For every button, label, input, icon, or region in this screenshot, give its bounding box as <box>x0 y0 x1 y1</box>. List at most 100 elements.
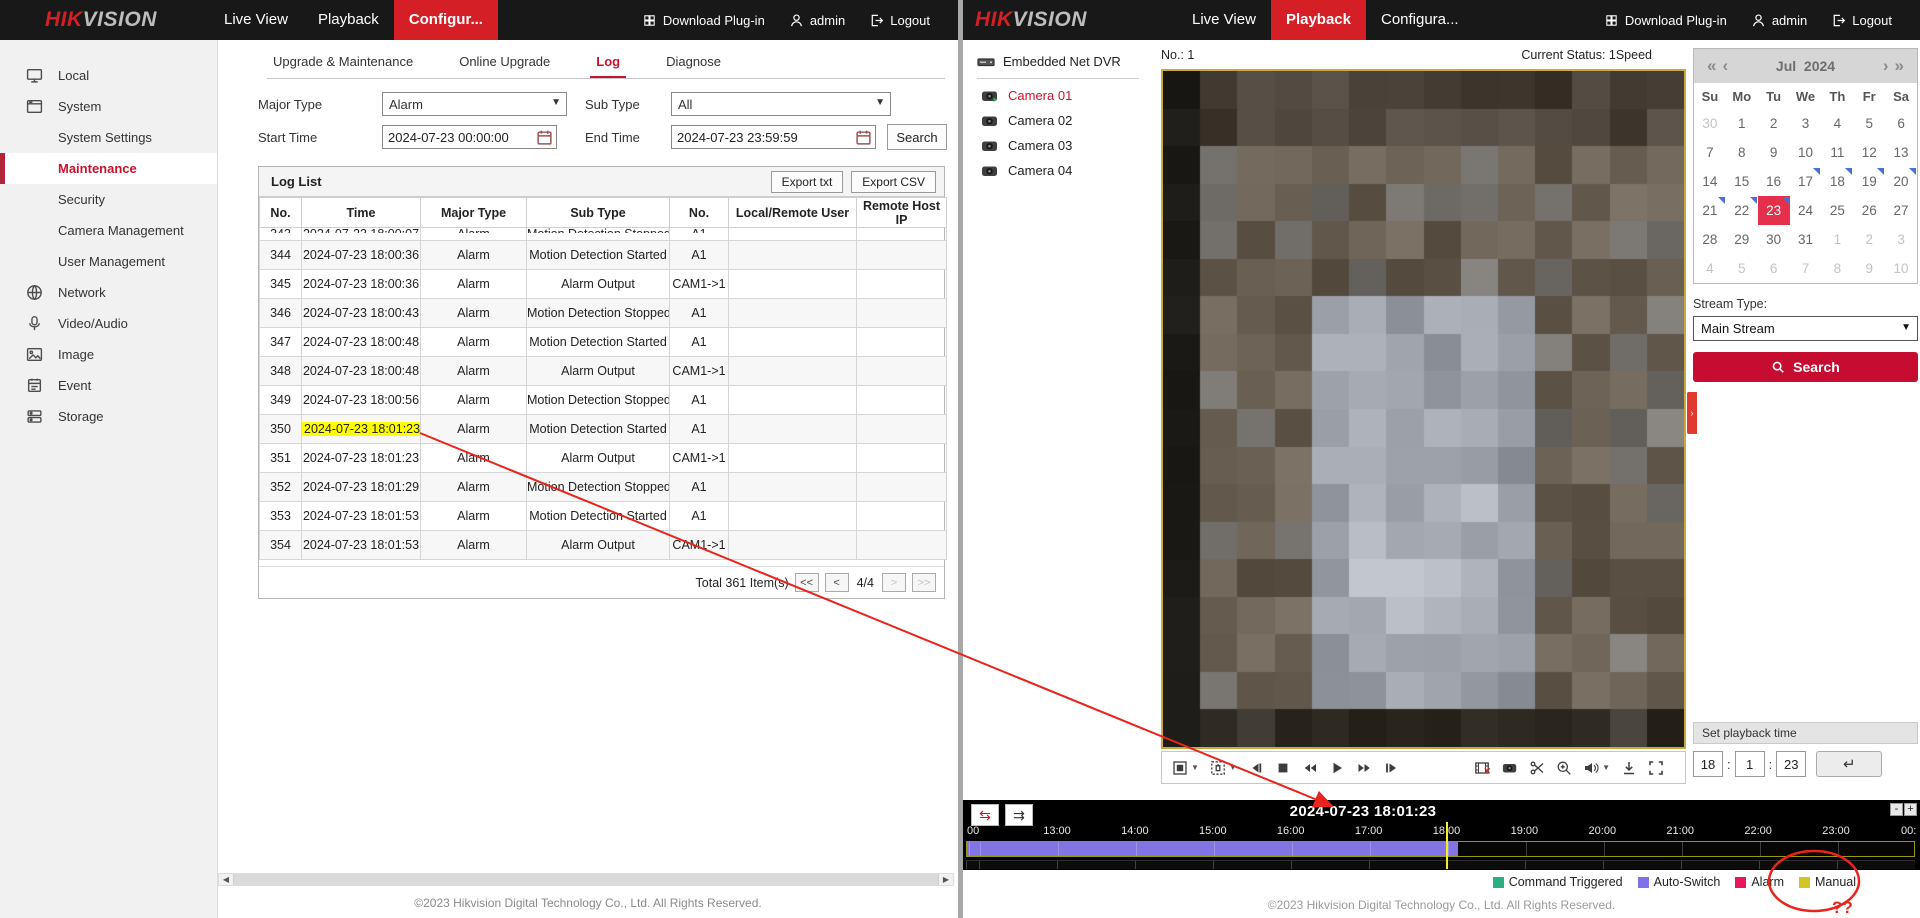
capture-button[interactable] <box>1502 760 1518 776</box>
calendar-day-29[interactable]: 29 <box>1726 225 1758 254</box>
fullscreen-button[interactable] <box>1648 760 1664 776</box>
tab-online-upgrade[interactable]: Online Upgrade <box>453 52 556 78</box>
prev-page-button[interactable]: < <box>825 573 849 592</box>
export-csv-button[interactable]: Export CSV <box>851 171 936 193</box>
calendar-day-26[interactable]: 26 <box>1853 196 1885 225</box>
video-display[interactable] <box>1161 69 1686 749</box>
calendar-day-14[interactable]: 14 <box>1694 167 1726 196</box>
calendar-day-22[interactable]: 22 <box>1726 196 1758 225</box>
calendar-day-9[interactable]: 9 <box>1853 254 1885 283</box>
calendar-day-2[interactable]: 2 <box>1758 109 1790 138</box>
calendar-day-16[interactable]: 16 <box>1758 167 1790 196</box>
clip-button[interactable] <box>1529 760 1545 776</box>
calendar-day-5[interactable]: 5 <box>1853 109 1885 138</box>
sidebar-item-storage[interactable]: Storage <box>0 401 217 432</box>
tab-diagnose[interactable]: Diagnose <box>660 52 727 78</box>
sidebar-item-image[interactable]: Image <box>0 339 217 370</box>
sidebar-item-system-settings[interactable]: System Settings <box>0 122 217 153</box>
calendar-day-30[interactable]: 30 <box>1758 225 1790 254</box>
user-menu[interactable]: admin <box>789 13 845 28</box>
camera-item-camera-04[interactable]: Camera 04 <box>977 158 1153 183</box>
speed-up-button[interactable] <box>1356 760 1372 776</box>
nav-configura[interactable]: Configura... <box>1366 0 1474 40</box>
playback-hour-input[interactable] <box>1693 751 1723 777</box>
timeline-zoom-in-button[interactable]: + <box>1904 803 1917 816</box>
calendar-day-6[interactable]: 6 <box>1885 109 1917 138</box>
calendar-day-10[interactable]: 10 <box>1885 254 1917 283</box>
calendar-day-5[interactable]: 5 <box>1726 254 1758 283</box>
calendar-day-7[interactable]: 7 <box>1694 138 1726 167</box>
nav-live-view[interactable]: Live View <box>209 0 303 40</box>
next-page-button[interactable]: > <box>882 573 906 592</box>
nav-playback[interactable]: Playback <box>1271 0 1366 40</box>
play-button[interactable] <box>1329 760 1345 776</box>
start-time-input[interactable] <box>383 126 556 148</box>
audio-button[interactable]: ▼ <box>1583 760 1610 776</box>
scroll-right-arrow[interactable]: ▶ <box>939 874 953 885</box>
calendar-day-2[interactable]: 2 <box>1853 225 1885 254</box>
sidebar-item-security[interactable]: Security <box>0 184 217 215</box>
calendar-day-27[interactable]: 27 <box>1885 196 1917 225</box>
sub-type-select[interactable]: All ▼ <box>671 92 891 116</box>
device-node[interactable]: Embedded Net DVR <box>977 54 1153 69</box>
next-month-button[interactable]: › <box>1880 56 1892 76</box>
calendar-day-17[interactable]: 17 <box>1790 167 1822 196</box>
camera-item-camera-01[interactable]: Camera 01 <box>977 83 1153 108</box>
reverse-play-button[interactable] <box>1248 760 1264 776</box>
calendar-day-24[interactable]: 24 <box>1790 196 1822 225</box>
log-row-351[interactable]: 3512024-07-23 18:01:23AlarmAlarm OutputC… <box>260 444 947 473</box>
sidebar-item-camera-management[interactable]: Camera Management <box>0 215 217 246</box>
frame-by-frame-button[interactable] <box>1383 760 1399 776</box>
camera-item-camera-03[interactable]: Camera 03 <box>977 133 1153 158</box>
calendar-day-7[interactable]: 7 <box>1790 254 1822 283</box>
log-row-347[interactable]: 3472024-07-23 18:00:48AlarmMotion Detect… <box>260 328 947 357</box>
sidebar-item-system[interactable]: System <box>0 91 217 122</box>
delete-selection-button[interactable]: ▼ <box>1210 760 1237 776</box>
digital-zoom-button[interactable] <box>1556 760 1572 776</box>
log-row-345[interactable]: 3452024-07-23 18:00:36AlarmAlarm OutputC… <box>260 270 947 299</box>
calendar-day-21[interactable]: 21 <box>1694 196 1726 225</box>
calendar-day-23-selected[interactable]: 23 <box>1758 196 1790 225</box>
log-row-346[interactable]: 3462024-07-23 18:00:43AlarmMotion Detect… <box>260 299 947 328</box>
sidebar-item-video-audio[interactable]: Video/Audio <box>0 308 217 339</box>
first-page-button[interactable]: << <box>795 573 819 592</box>
last-page-button[interactable]: >> <box>912 573 936 592</box>
calendar-icon[interactable] <box>536 129 553 146</box>
calendar-day-13[interactable]: 13 <box>1885 138 1917 167</box>
sidebar-item-user-management[interactable]: User Management <box>0 246 217 277</box>
timeline-track-2[interactable] <box>966 860 1915 869</box>
tab-upgrade-maintenance[interactable]: Upgrade & Maintenance <box>267 52 419 78</box>
calendar-day-8[interactable]: 8 <box>1726 138 1758 167</box>
calendar-day-31[interactable]: 31 <box>1790 225 1822 254</box>
timeline-drag-mode-button[interactable]: ⇆ <box>971 804 999 826</box>
major-type-select[interactable]: Alarm ▼ <box>382 92 567 116</box>
camera-item-camera-02[interactable]: Camera 02 <box>977 108 1153 133</box>
download-plugin-button[interactable]: Download Plug-in <box>1604 13 1727 28</box>
log-row-352[interactable]: 3522024-07-23 18:01:29AlarmMotion Detect… <box>260 473 947 502</box>
next-year-button[interactable]: » <box>1892 56 1907 76</box>
calendar-day-3[interactable]: 3 <box>1790 109 1822 138</box>
log-row-354[interactable]: 3542024-07-23 18:01:53AlarmAlarm OutputC… <box>260 531 947 560</box>
nav-configur[interactable]: Configur... <box>394 0 498 40</box>
calendar-day-4[interactable]: 4 <box>1694 254 1726 283</box>
log-row-350[interactable]: 3502024-07-23 18:01:23AlarmMotion Detect… <box>260 415 947 444</box>
calendar-day-28[interactable]: 28 <box>1694 225 1726 254</box>
timeline-track-1[interactable] <box>966 841 1915 857</box>
download-plugin-button[interactable]: Download Plug-in <box>642 13 765 28</box>
calendar-day-20[interactable]: 20 <box>1885 167 1917 196</box>
calendar-day-19[interactable]: 19 <box>1853 167 1885 196</box>
log-row-353[interactable]: 3532024-07-23 18:01:53AlarmMotion Detect… <box>260 502 947 531</box>
scrollbar-thumb[interactable] <box>233 874 939 885</box>
end-time-input[interactable] <box>672 126 875 148</box>
calendar-day-1[interactable]: 1 <box>1726 109 1758 138</box>
horizontal-scrollbar[interactable]: ◀ ▶ <box>218 873 954 886</box>
log-row-348[interactable]: 3482024-07-23 18:00:48AlarmAlarm OutputC… <box>260 357 947 386</box>
calendar-day-8[interactable]: 8 <box>1821 254 1853 283</box>
stream-type-select[interactable]: Main Stream ▼ <box>1693 316 1918 341</box>
go-to-time-button[interactable]: ↵ <box>1816 751 1882 777</box>
calendar-day-18[interactable]: 18 <box>1821 167 1853 196</box>
playback-timeline[interactable]: ⇆ ⇉ 2024-07-23 18:01:23 0013:0014:0015:0… <box>963 800 1920 870</box>
timeline-zoom-out-button[interactable]: - <box>1890 803 1903 816</box>
calendar-day-15[interactable]: 15 <box>1726 167 1758 196</box>
calendar-day-1[interactable]: 1 <box>1821 225 1853 254</box>
